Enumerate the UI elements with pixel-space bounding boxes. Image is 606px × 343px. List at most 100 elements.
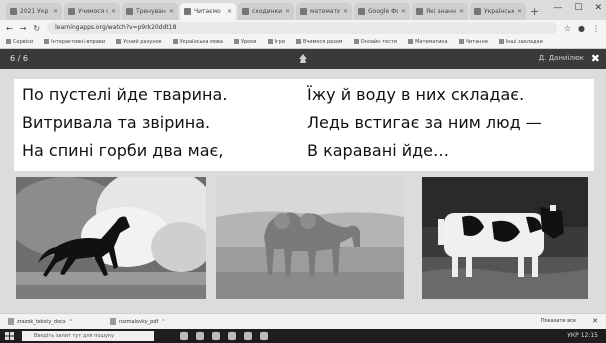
- tab-label: Учимося о: [78, 8, 108, 15]
- tab-label: Українська: [484, 8, 514, 15]
- folder-icon[interactable]: [212, 332, 220, 340]
- page-counter: 6 / 6: [10, 54, 28, 63]
- tab-close-icon[interactable]: ✕: [459, 8, 464, 15]
- word-icon[interactable]: [260, 332, 268, 340]
- app-header: 6 / 6 Д. Даниїлюк ✖: [0, 49, 606, 69]
- chrome-icon[interactable]: [244, 332, 252, 340]
- poem-panel: По пустелі йде тварина. Витривала та зві…: [14, 79, 594, 171]
- downloads-bar: zrazok_teksty_docx ⌃ rozmalovky_pdf ⌃ По…: [0, 313, 606, 329]
- camel-image-option[interactable]: [216, 177, 404, 299]
- edge-icon[interactable]: [196, 332, 204, 340]
- tab-close-icon[interactable]: ✕: [517, 8, 522, 15]
- bookmark-item[interactable]: Українська мова: [173, 39, 223, 45]
- close-app-button[interactable]: ✖: [591, 52, 600, 65]
- bookmarks-bar: Сервіси Інтерактивні вправи Усний рахунок У…: [0, 36, 606, 49]
- tab-close-icon[interactable]: ✕: [285, 8, 290, 15]
- address-bar-row: ← → ↻ learningapps.org/watch?v=p9rk20ddt…: [0, 20, 606, 36]
- tab-favicon-icon: [358, 8, 365, 15]
- browser-tab[interactable]: Тренування✕: [122, 3, 178, 20]
- tab-close-icon[interactable]: ✕: [227, 8, 232, 15]
- bookmark-item[interactable]: Математика: [408, 39, 447, 45]
- file-icon: [110, 318, 116, 325]
- clock[interactable]: 12:15: [581, 332, 598, 339]
- show-all-downloads-link[interactable]: Показати все: [541, 318, 576, 324]
- tab-close-icon[interactable]: ✕: [343, 8, 348, 15]
- new-tab-button[interactable]: +: [530, 4, 539, 20]
- tab-label: Читаємо: [194, 8, 221, 15]
- app-logo-icon: [299, 54, 307, 63]
- bookmark-item[interactable]: Уроки: [234, 39, 257, 45]
- bookmark-item[interactable]: Усний рахунок: [116, 39, 162, 45]
- poem-line-left-3: На спині горби два має,: [22, 141, 224, 160]
- file-icon: [8, 318, 14, 325]
- tab-close-icon[interactable]: ✕: [53, 8, 58, 15]
- tab-favicon-icon: [242, 8, 249, 15]
- menu-icon[interactable]: ⋮: [592, 24, 600, 33]
- horse-image-option[interactable]: [16, 177, 206, 299]
- window-controls: — ☐ ✕: [553, 3, 602, 13]
- url-input[interactable]: learningapps.org/watch?v=p9rk20ddt18: [47, 22, 557, 34]
- browser-tab[interactable]: Учимося о ✕: [64, 3, 120, 20]
- tab-favicon-icon: [184, 8, 191, 15]
- tab-label: сходинки: [252, 8, 282, 15]
- os-taskbar: Введіть запит тут для пошуку УКР 12:15: [0, 329, 606, 343]
- download-label: rozmalovky_pdf: [119, 318, 159, 325]
- tab-favicon-icon: [474, 8, 481, 15]
- close-window-icon[interactable]: ✕: [594, 3, 602, 13]
- profile-icon[interactable]: ●: [578, 24, 585, 33]
- tab-label: Які знання: [426, 8, 456, 15]
- browser-tab[interactable]: Українська✕: [470, 3, 526, 20]
- tab-favicon-icon: [126, 8, 133, 15]
- poem-line-left-2: Витривала та звірина.: [22, 113, 211, 132]
- star-icon[interactable]: ☆: [564, 24, 571, 33]
- reload-icon[interactable]: ↻: [33, 24, 40, 33]
- browser-tab[interactable]: Google Форми✕: [354, 3, 410, 20]
- forward-icon[interactable]: →: [20, 24, 27, 33]
- back-icon[interactable]: ←: [6, 24, 13, 33]
- bookmark-item[interactable]: Ігри: [268, 39, 286, 45]
- bookmark-item[interactable]: Вчимося разом: [296, 39, 343, 45]
- minimize-icon[interactable]: —: [553, 3, 562, 13]
- browser-tab-bar: 2021 Укр✕Учимося о✕Тренування✕Читаємо✕сх…: [0, 0, 606, 20]
- tab-favicon-icon: [300, 8, 307, 15]
- poem-line-right-2: Ледь встигає за ним люд —: [307, 113, 542, 132]
- browser-tab[interactable]: Читаємо ✕: [180, 3, 236, 20]
- tab-label: математика: [310, 8, 340, 15]
- cow-image-option[interactable]: [422, 177, 588, 299]
- download-item[interactable]: rozmalovky_pdf ⌃: [110, 318, 165, 325]
- bookmark-item[interactable]: Інші закладки: [499, 39, 543, 45]
- bookmark-item[interactable]: Сервіси: [6, 39, 33, 45]
- browser-tab[interactable]: 2021 Укр ✕: [6, 3, 62, 20]
- exercise-area: По пустелі йде тварина. Витривала та зві…: [0, 69, 606, 313]
- tab-favicon-icon: [10, 8, 17, 15]
- poem-line-right-1: Їжу й воду в них складає.: [307, 85, 525, 104]
- tab-close-icon[interactable]: ✕: [169, 8, 174, 15]
- tab-label: Тренування: [136, 8, 166, 15]
- download-item[interactable]: zrazok_teksty_docx ⌃: [8, 318, 73, 325]
- taskbar-search-input[interactable]: Введіть запит тут для пошуку: [22, 331, 154, 341]
- bookmark-item[interactable]: Читання: [459, 39, 488, 45]
- taskbar-apps: [180, 332, 268, 340]
- windows-start-icon[interactable]: [5, 332, 14, 340]
- language-indicator[interactable]: УКР: [567, 332, 579, 339]
- tab-label: Google Форми: [368, 8, 398, 15]
- task-view-icon[interactable]: [180, 332, 188, 340]
- tab-favicon-icon: [416, 8, 423, 15]
- user-name: Д. Даниїлюк: [538, 54, 584, 62]
- chevron-up-icon[interactable]: ⌃: [161, 319, 165, 325]
- tab-label: 2021 Укр: [20, 8, 49, 15]
- browser-tab[interactable]: сходинки ✕: [238, 3, 294, 20]
- tab-close-icon[interactable]: ✕: [401, 8, 406, 15]
- chevron-up-icon[interactable]: ⌃: [69, 319, 73, 325]
- poem-line-left-1: По пустелі йде тварина.: [22, 85, 228, 104]
- download-label: zrazok_teksty_docx: [17, 318, 66, 325]
- store-icon[interactable]: [228, 332, 236, 340]
- bookmark-item[interactable]: Інтерактивні вправи: [44, 39, 105, 45]
- tab-close-icon[interactable]: ✕: [111, 8, 116, 15]
- close-downloads-icon[interactable]: ✕: [592, 317, 598, 325]
- browser-tab[interactable]: математика✕: [296, 3, 352, 20]
- maximize-icon[interactable]: ☐: [574, 3, 582, 13]
- system-tray: УКР 12:15: [567, 332, 598, 339]
- browser-tab[interactable]: Які знання✕: [412, 3, 468, 20]
- bookmark-item[interactable]: Онлайн тести: [354, 39, 397, 45]
